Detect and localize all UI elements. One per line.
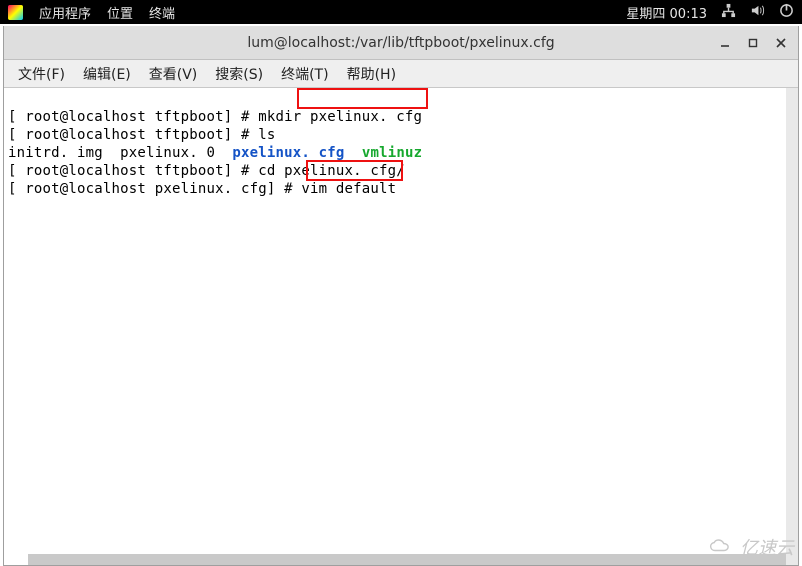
minimize-button[interactable] bbox=[712, 30, 738, 56]
vertical-scrollbar[interactable] bbox=[786, 88, 798, 565]
prompt: [ root@localhost tftpboot] # bbox=[8, 127, 258, 143]
cmd-text: vim default bbox=[301, 181, 396, 197]
prompt: [ root@localhost tftpboot] # bbox=[8, 109, 258, 125]
panel-clock[interactable]: 星期四 00:13 bbox=[626, 3, 707, 22]
ls-output: initrd. img pxelinux. 0 bbox=[8, 145, 232, 161]
power-icon[interactable] bbox=[779, 3, 794, 22]
network-icon[interactable] bbox=[721, 3, 736, 22]
exec-name: vmlinuz bbox=[362, 145, 422, 161]
volume-icon[interactable] bbox=[750, 3, 765, 22]
desktop: lum@localhost:/var/lib/tftpboot/pxelinux… bbox=[0, 24, 802, 566]
prompt: [ root@localhost pxelinux. cfg] # bbox=[8, 181, 301, 197]
cmd-text: cd pxelinux. cfg/ bbox=[258, 163, 405, 179]
prompt: [ root@localhost tftpboot] # bbox=[8, 163, 258, 179]
menu-terminal[interactable]: 终端(T) bbox=[277, 62, 332, 86]
menu-view[interactable]: 查看(V) bbox=[145, 62, 202, 86]
terminal-window: lum@localhost:/var/lib/tftpboot/pxelinux… bbox=[3, 26, 799, 566]
menu-file[interactable]: 文件(F) bbox=[14, 62, 69, 86]
window-title: lum@localhost:/var/lib/tftpboot/pxelinux… bbox=[247, 35, 554, 51]
activities-icon[interactable] bbox=[8, 5, 23, 20]
terminal-viewport[interactable]: [ root@localhost tftpboot] # mkdir pxeli… bbox=[4, 88, 798, 565]
panel-terminal[interactable]: 终端 bbox=[149, 3, 175, 22]
maximize-button[interactable] bbox=[740, 30, 766, 56]
menu-search[interactable]: 搜索(S) bbox=[211, 62, 267, 86]
panel-places[interactable]: 位置 bbox=[107, 3, 133, 22]
highlight-box bbox=[297, 88, 428, 109]
close-button[interactable] bbox=[768, 30, 794, 56]
titlebar[interactable]: lum@localhost:/var/lib/tftpboot/pxelinux… bbox=[4, 26, 798, 60]
menu-edit[interactable]: 编辑(E) bbox=[79, 62, 135, 86]
menu-help[interactable]: 帮助(H) bbox=[343, 62, 400, 86]
cmd-text: mkdir pxelinux. cfg bbox=[258, 109, 422, 125]
top-panel: 应用程序 位置 终端 星期四 00:13 bbox=[0, 0, 802, 24]
cmd-text: ls bbox=[258, 127, 275, 143]
panel-applications[interactable]: 应用程序 bbox=[39, 3, 91, 22]
dir-name: pxelinux. cfg bbox=[232, 145, 344, 161]
horizontal-scrollbar[interactable] bbox=[28, 554, 786, 565]
menubar: 文件(F) 编辑(E) 查看(V) 搜索(S) 终端(T) 帮助(H) bbox=[4, 60, 798, 88]
